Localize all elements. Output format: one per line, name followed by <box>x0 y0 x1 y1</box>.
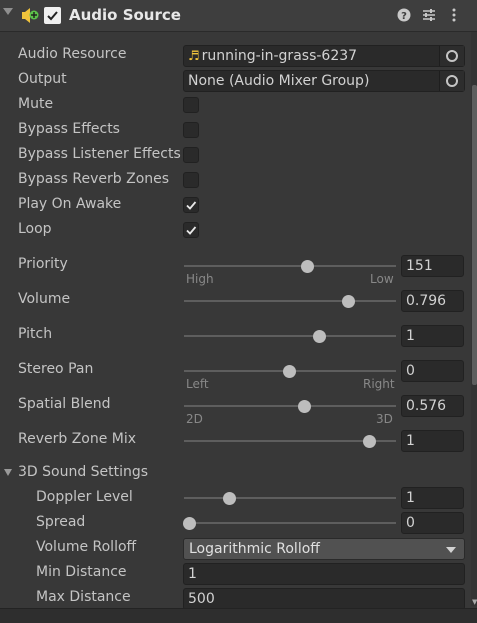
doppler-level-slider-handle[interactable] <box>223 492 236 505</box>
stereo-pan-value: 0 <box>406 363 415 379</box>
audio-source-icon <box>21 6 39 24</box>
volume-rolloff-value: Logarithmic Rolloff <box>189 541 320 557</box>
stereo-pan-slider-handle[interactable] <box>283 365 296 378</box>
max-distance-input[interactable]: 500 <box>183 588 465 610</box>
next-component-header <box>0 608 477 623</box>
volume-slider[interactable] <box>184 300 396 302</box>
spread-slider[interactable] <box>184 522 396 524</box>
play-on-awake-label: Play On Awake <box>18 196 122 212</box>
spatial-blend-tick-3d: 3D <box>376 412 393 426</box>
doppler-level-slider[interactable] <box>184 497 396 499</box>
volume-slider-handle[interactable] <box>342 295 356 308</box>
component-title: Audio Source <box>69 6 181 24</box>
spatial-blend-slider[interactable] <box>184 405 396 407</box>
stereo-pan-tick-right: Right <box>363 377 395 391</box>
presets-icon[interactable] <box>421 7 437 23</box>
audio-resource-field[interactable]: ♬ running-in-grass-6237 <box>183 45 465 67</box>
volume-label: Volume <box>18 291 71 307</box>
volume-rolloff-dropdown[interactable]: Logarithmic Rolloff <box>183 538 465 560</box>
svg-text:?: ? <box>401 11 407 22</box>
pitch-slider-handle[interactable] <box>313 330 326 343</box>
audio-resource-label: Audio Resource <box>18 46 127 62</box>
min-distance-input[interactable]: 1 <box>183 563 465 585</box>
volume-input[interactable]: 0.796 <box>401 290 464 312</box>
pitch-slider[interactable] <box>184 335 396 337</box>
loop-checkbox[interactable] <box>183 222 199 238</box>
min-distance-label: Min Distance <box>36 564 127 580</box>
pitch-input[interactable]: 1 <box>401 325 464 347</box>
spatial-blend-tick-2d: 2D <box>186 412 203 426</box>
bypass-listener-effects-checkbox[interactable] <box>183 147 199 163</box>
reverb-zone-mix-value: 1 <box>406 433 415 449</box>
object-picker-button[interactable] <box>439 46 464 66</box>
doppler-level-value: 1 <box>406 490 415 506</box>
doppler-level-label: Doppler Level <box>36 489 133 505</box>
spread-slider-handle[interactable] <box>183 517 196 530</box>
volume-value: 0.796 <box>406 293 447 309</box>
spread-value: 0 <box>406 515 415 531</box>
spatial-blend-slider-handle[interactable] <box>298 400 312 413</box>
spread-input[interactable]: 0 <box>401 512 464 534</box>
checkmark-icon <box>186 201 197 210</box>
play-on-awake-checkbox[interactable] <box>183 197 199 213</box>
priority-slider-handle[interactable] <box>301 260 314 273</box>
dropdown-arrow-icon <box>446 547 456 553</box>
3d-sound-settings-foldout[interactable]: 3D Sound Settings <box>18 464 148 480</box>
volume-rolloff-label: Volume Rolloff <box>36 539 137 555</box>
pitch-value: 1 <box>406 328 415 344</box>
stereo-pan-input[interactable]: 0 <box>401 360 464 382</box>
mute-checkbox[interactable] <box>183 97 199 113</box>
loop-label: Loop <box>18 221 52 237</box>
help-icon[interactable]: ? <box>396 7 412 23</box>
min-distance-value: 1 <box>188 566 197 582</box>
bypass-reverb-zones-checkbox[interactable] <box>183 172 199 188</box>
spatial-blend-value: 0.576 <box>406 398 447 414</box>
pitch-label: Pitch <box>18 326 53 342</box>
foldout-arrow-icon[interactable] <box>4 469 12 476</box>
priority-label: Priority <box>18 256 68 272</box>
doppler-level-input[interactable]: 1 <box>401 487 464 509</box>
spatial-blend-input[interactable]: 0.576 <box>401 395 464 417</box>
mute-label: Mute <box>18 96 54 112</box>
object-picker-icon <box>446 75 458 87</box>
component-enabled-checkbox[interactable] <box>44 7 61 24</box>
stereo-pan-label: Stereo Pan <box>18 361 94 377</box>
bypass-listener-effects-label: Bypass Listener Effects <box>18 146 181 162</box>
stereo-pan-tick-left: Left <box>186 377 209 391</box>
output-value: None (Audio Mixer Group) <box>188 73 370 89</box>
component-header[interactable]: Audio Source ? <box>0 0 477 32</box>
scroll-down-icon[interactable]: ▼ <box>472 598 477 606</box>
checkmark-icon <box>186 226 197 235</box>
priority-tick-low: Low <box>370 272 394 286</box>
max-distance-label: Max Distance <box>36 589 131 605</box>
bypass-effects-checkbox[interactable] <box>183 122 199 138</box>
bypass-reverb-zones-label: Bypass Reverb Zones <box>18 171 170 187</box>
spatial-blend-label: Spatial Blend <box>18 396 111 412</box>
output-field[interactable]: None (Audio Mixer Group) <box>183 70 465 92</box>
reverb-zone-mix-input[interactable]: 1 <box>401 430 464 452</box>
reverb-zone-mix-slider-handle[interactable] <box>363 435 376 448</box>
priority-tick-high: High <box>186 272 214 286</box>
object-picker-button[interactable] <box>439 71 464 91</box>
priority-slider[interactable] <box>184 265 396 267</box>
bypass-effects-label: Bypass Effects <box>18 121 120 137</box>
max-distance-value: 500 <box>188 591 215 607</box>
priority-input[interactable]: 151 <box>401 255 464 277</box>
scrollbar-thumb[interactable] <box>472 85 477 385</box>
context-menu-icon[interactable] <box>446 7 462 23</box>
spread-label: Spread <box>36 514 86 530</box>
foldout-arrow-icon[interactable] <box>3 8 13 15</box>
audio-resource-value: running-in-grass-6237 <box>201 48 358 64</box>
reverb-zone-mix-label: Reverb Zone Mix <box>18 431 137 447</box>
audio-clip-icon: ♬ <box>188 49 200 64</box>
output-label: Output <box>18 71 67 87</box>
priority-value: 151 <box>406 258 433 274</box>
object-picker-icon <box>446 50 458 62</box>
